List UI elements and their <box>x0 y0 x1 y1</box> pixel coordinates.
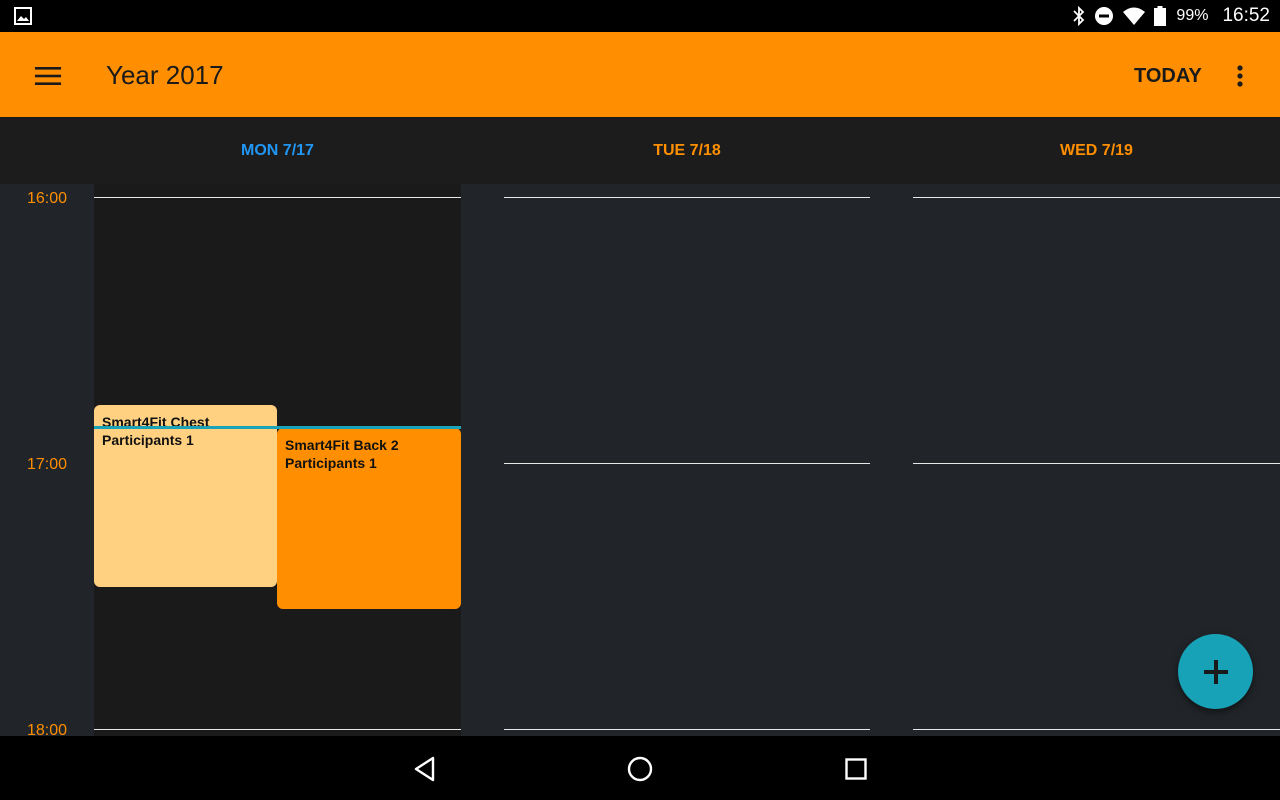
back-icon <box>414 756 435 782</box>
page-title: Year 2017 <box>106 60 224 90</box>
calendar-grid[interactable]: 16:00 17:00 18:00 Smart4Fit Chest Partic… <box>0 184 1280 736</box>
day-header-mon[interactable]: MON 7/17 <box>94 117 461 184</box>
bluetooth-icon <box>1073 6 1085 26</box>
status-bar: 99% 16:52 <box>0 0 1280 32</box>
event-participants: Participants 1 <box>102 432 194 448</box>
do-not-disturb-icon <box>1095 7 1114 25</box>
hour-line <box>504 729 870 730</box>
event-smart4fit-back-2[interactable]: Smart4Fit Back 2 Participants 1 <box>277 428 461 609</box>
hour-line <box>913 463 1280 464</box>
plus-icon <box>1203 659 1228 684</box>
navigation-bar <box>0 736 1280 800</box>
hour-line <box>504 197 870 198</box>
status-icons: 99% 16:52 <box>1072 0 1270 32</box>
day-column-mon[interactable]: Smart4Fit Chest Participants 1 Smart4Fit… <box>94 184 461 736</box>
day-header-tue[interactable]: TUE 7/18 <box>504 117 870 184</box>
add-event-button[interactable] <box>1178 634 1253 709</box>
event-smart4fit-chest[interactable]: Smart4Fit Chest Participants 1 <box>94 405 277 587</box>
hamburger-menu-icon <box>35 67 61 85</box>
overflow-menu-button[interactable] <box>1222 56 1258 96</box>
hour-line <box>913 197 1280 198</box>
battery-icon <box>1154 6 1167 26</box>
event-title: Smart4Fit Back 2 <box>285 437 399 453</box>
event-participants: Participants 1 <box>285 455 377 471</box>
time-label-17: 17:00 <box>27 456 68 473</box>
wifi-icon <box>1123 7 1146 25</box>
recents-button[interactable] <box>839 752 873 786</box>
home-icon <box>627 756 653 782</box>
time-label-16: 16:00 <box>27 190 68 207</box>
today-button[interactable]: TODAY <box>1120 60 1216 92</box>
time-label-18: 18:00 <box>27 722 68 736</box>
battery-percent: 99% <box>1176 7 1209 24</box>
hour-line <box>94 197 461 198</box>
recents-icon <box>845 758 867 780</box>
hour-line <box>913 729 1280 730</box>
current-time-indicator <box>94 426 461 429</box>
day-header: MON 7/17 TUE 7/18 WED 7/19 <box>0 117 1280 184</box>
day-column-tue[interactable] <box>504 184 870 736</box>
day-header-wed[interactable]: WED 7/19 <box>913 117 1280 184</box>
image-icon <box>14 7 32 25</box>
home-button[interactable] <box>623 752 657 786</box>
menu-button[interactable] <box>28 56 68 96</box>
more-vert-icon <box>1237 65 1243 87</box>
hour-line <box>94 729 461 730</box>
back-button[interactable] <box>408 752 442 786</box>
clock: 16:52 <box>1222 5 1270 26</box>
hour-line <box>504 463 870 464</box>
app-bar: Year 2017 TODAY <box>0 32 1280 117</box>
